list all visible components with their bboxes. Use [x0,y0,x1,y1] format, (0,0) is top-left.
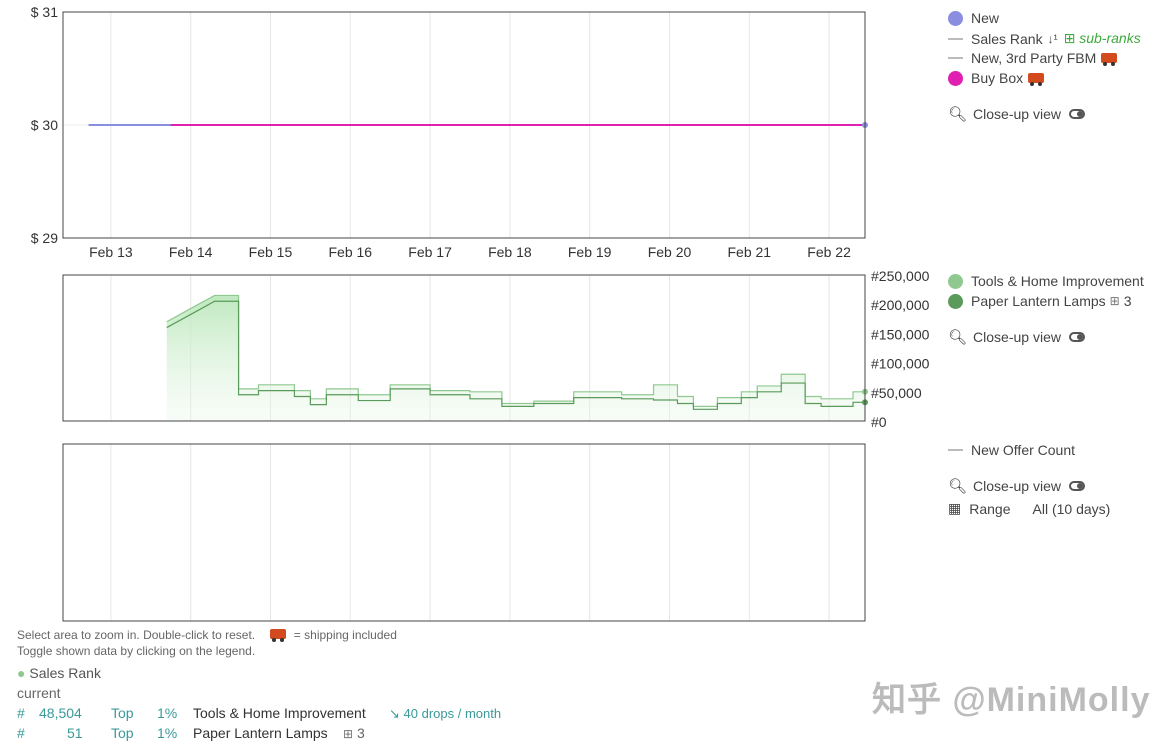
sitemap-icon: ⊞ [1109,294,1120,308]
legend-third-party[interactable]: New, 3rd Party FBM [948,50,1118,66]
closeup-label: Close-up view [973,478,1061,494]
sub-ranks-link[interactable]: ⊞ sub-ranks [1064,30,1141,47]
x-tick-label: Feb 13 [89,244,133,260]
y-tick-label: #250,000 [871,268,930,284]
magnifier-icon: 🔍︎ [948,106,968,123]
x-tick-label: Feb 15 [249,244,293,260]
x-tick-label: Feb 17 [408,244,452,260]
legend-sales-rank[interactable]: Sales Rank ↓¹ ⊞ sub-ranks [948,30,1141,47]
toggle-hint: Toggle shown data by clicking on the leg… [17,644,256,658]
toggle-icon[interactable] [1068,332,1085,342]
offer-dash-icon [948,449,963,451]
sitemap-icon: ⊞ [343,727,354,741]
toggle-icon[interactable] [1068,481,1085,491]
toggle-icon[interactable] [1068,109,1085,119]
sales-rank-title-text: Sales Rank [29,665,101,681]
price-closeup-toggle[interactable]: 🔍︎ Close-up view [948,105,1085,123]
lantern-count: 3 [1123,293,1132,309]
sub-count: ⊞ 3 [339,725,365,741]
legend-new[interactable]: New [948,10,999,26]
closeup-label: Close-up view [973,106,1061,122]
legend-third-party-label: New, 3rd Party FBM [971,50,1097,66]
sales-rank-title: ● Sales Rank [17,665,101,681]
watermark: 知乎 @MiniMolly [872,681,1151,719]
tools-dot-icon [948,273,963,289]
legend-buy-box[interactable]: Buy Box [948,70,1045,86]
x-tick-label: Feb 21 [727,244,771,260]
rank-category[interactable]: Paper Lantern Lamps [193,725,328,741]
legend-new-label: New [971,10,1000,26]
truck-icon [1028,73,1045,86]
rank-pct: 1% [157,725,178,741]
truck-icon [270,629,287,642]
lantern-dot-icon [948,293,963,309]
y-tick-label: #0 [871,414,887,430]
y-tick-label: $ 31 [31,4,58,20]
rank-value: 48,504 [39,705,82,721]
magnifier-icon: 🔍︎ [948,329,968,346]
new-dot-icon [948,10,963,26]
y-tick-label: #50,000 [871,385,922,401]
trend-down-icon: ↘ [389,706,400,721]
y-tick-label: $ 30 [31,117,58,133]
drops-text: 40 drops / month [403,706,502,721]
drops-info: ↘ 40 drops / month [389,706,501,722]
x-tick-label: Feb 16 [328,244,372,260]
buy-box-dot-icon [948,70,963,86]
range-selector[interactable]: ▦ Range All (10 days) [948,500,1110,517]
legend-offer-count-label: New Offer Count [971,442,1076,458]
sitemap-icon: ⊞ [1063,30,1080,46]
calendar-icon: ▦ [948,500,962,516]
range-label: Range [969,500,1011,517]
offer-plot-bg [63,444,865,621]
legend-buy-box-label: Buy Box [971,70,1024,86]
legend-lantern-label: Paper Lantern Lamps [971,293,1106,309]
y-tick-label: #200,000 [871,297,930,313]
legend-lantern[interactable]: Paper Lantern Lamps ⊞ 3 [948,293,1132,309]
rank-top: Top [111,725,134,741]
shipping-note: = shipping included [293,628,397,642]
sales-rank-dash-icon [948,37,963,40]
x-tick-label: Feb 19 [568,244,612,260]
sub-count-text: 3 [356,725,365,741]
rank-category[interactable]: Tools & Home Improvement [193,705,366,721]
x-tick-label: Feb 14 [169,244,213,260]
zoom-hint: Select area to zoom in. Double-click to … [17,628,256,642]
rank-value: 51 [67,725,83,741]
y-tick-label: #100,000 [871,356,930,372]
range-value[interactable]: All (10 days) [1033,501,1111,517]
sub-ranks-label: sub-ranks [1079,30,1141,46]
sales-rank-dot-icon: ● [17,665,26,681]
x-tick-label: Feb 18 [488,244,532,260]
legend-tools[interactable]: Tools & Home Improvement [948,273,1144,289]
rank-pct: 1% [157,705,178,721]
legend-tools-label: Tools & Home Improvement [971,273,1144,289]
rank-top: Top [111,705,134,721]
x-tick-label: Feb 20 [648,244,692,260]
legend-offer-count[interactable]: New Offer Count [948,442,1075,458]
y-tick-label: $ 29 [31,230,58,246]
sort-icon[interactable]: ↓¹ [1048,32,1058,46]
rank-hash: # [17,725,25,741]
rank-hash: # [17,705,25,721]
magnifier-icon: 🔍︎ [948,478,968,495]
y-tick-label: #150,000 [871,326,930,342]
zoom-hint-row: Select area to zoom in. Double-click to … [17,628,397,642]
legend-sales-rank-label: Sales Rank [971,30,1043,47]
rank-closeup-toggle[interactable]: 🔍︎ Close-up view [948,328,1085,346]
offer-closeup-toggle[interactable]: 🔍︎ Close-up view [948,477,1085,495]
closeup-label: Close-up view [973,329,1061,345]
truck-icon [1101,53,1118,66]
current-label: current [17,685,61,701]
third-party-dash-icon [948,57,963,59]
x-tick-label: Feb 22 [807,244,851,260]
